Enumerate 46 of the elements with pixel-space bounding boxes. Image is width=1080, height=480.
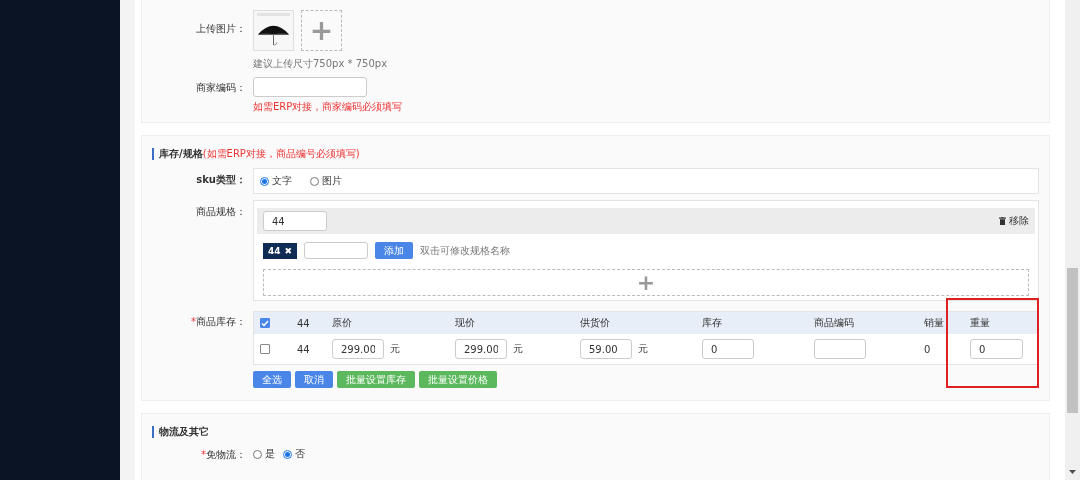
unit-label: 元 bbox=[638, 342, 648, 356]
trash-icon bbox=[999, 217, 1006, 225]
table-input[interactable]: 59.00 bbox=[580, 339, 632, 359]
action-button[interactable]: 取消 bbox=[295, 371, 333, 388]
checkbox[interactable] bbox=[260, 344, 270, 354]
table-input[interactable]: 299.00 bbox=[455, 339, 507, 359]
radio-option[interactable]: 图片 bbox=[310, 174, 342, 188]
spec-value-field[interactable] bbox=[304, 242, 369, 259]
unit-label: 元 bbox=[390, 342, 400, 356]
radio-option[interactable]: 文字 bbox=[260, 174, 292, 188]
checkbox[interactable] bbox=[260, 318, 270, 328]
table-input[interactable] bbox=[814, 339, 866, 359]
action-button[interactable]: 全选 bbox=[253, 371, 291, 388]
section-title: 物流及其它 bbox=[152, 426, 1039, 438]
column-header: 重量 bbox=[970, 316, 991, 330]
table-cell-text: 44 bbox=[297, 343, 311, 355]
field-label: *商品库存： bbox=[190, 315, 246, 329]
table-input[interactable]: 0 bbox=[970, 339, 1023, 359]
spec-value-tag[interactable]: 44 ✖ bbox=[263, 242, 298, 259]
section-title: 库存/规格(如需ERP对接，商品编号必须填写) bbox=[152, 148, 1039, 160]
column-header: 库存 bbox=[702, 316, 723, 330]
table-cell-text: 0 bbox=[924, 343, 932, 355]
add-button[interactable]: 添加 bbox=[375, 242, 414, 259]
column-header: 44 bbox=[297, 317, 311, 329]
rename-hint: 双击可修改规格名称 bbox=[420, 243, 511, 258]
erp-warning: 如需ERP对接，商家编码必须填写 bbox=[253, 100, 404, 114]
unit-label: 元 bbox=[513, 342, 523, 356]
column-header: 现价 bbox=[455, 316, 476, 330]
column-header: 原价 bbox=[332, 316, 353, 330]
column-header: 销量 bbox=[924, 316, 945, 330]
column-header: 商品编码 bbox=[814, 316, 855, 330]
radio-option[interactable]: 是 bbox=[253, 447, 275, 461]
upload-hint: 建议上传尺寸750px * 750px bbox=[253, 57, 389, 71]
field-label: *免物流： bbox=[200, 448, 246, 462]
radio-option[interactable]: 否 bbox=[283, 447, 305, 461]
image-thumbnail[interactable] bbox=[253, 10, 294, 51]
table-input[interactable]: 299.00 bbox=[332, 339, 384, 359]
field-label: 上传图片： bbox=[195, 22, 246, 36]
field-label: sku类型： bbox=[195, 173, 246, 187]
spec-name-field[interactable]: 44 bbox=[263, 211, 327, 231]
remove-button[interactable]: 移除 bbox=[999, 214, 1029, 228]
merchant-code-field[interactable] bbox=[253, 77, 367, 97]
column-header: 供货价 bbox=[580, 316, 611, 330]
field-label: 商品规格： bbox=[195, 205, 246, 219]
table-input[interactable]: 0 bbox=[702, 339, 754, 359]
field-label: 商家编码： bbox=[195, 81, 246, 95]
